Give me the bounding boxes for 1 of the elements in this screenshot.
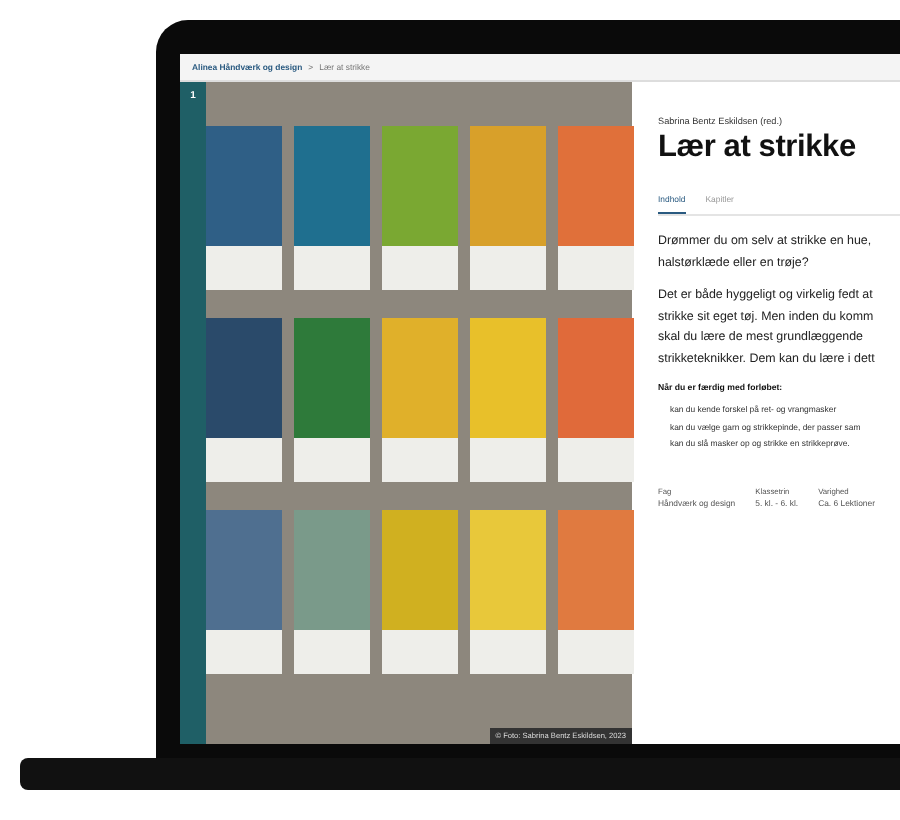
page-title: Lær at strikke [658, 130, 858, 166]
